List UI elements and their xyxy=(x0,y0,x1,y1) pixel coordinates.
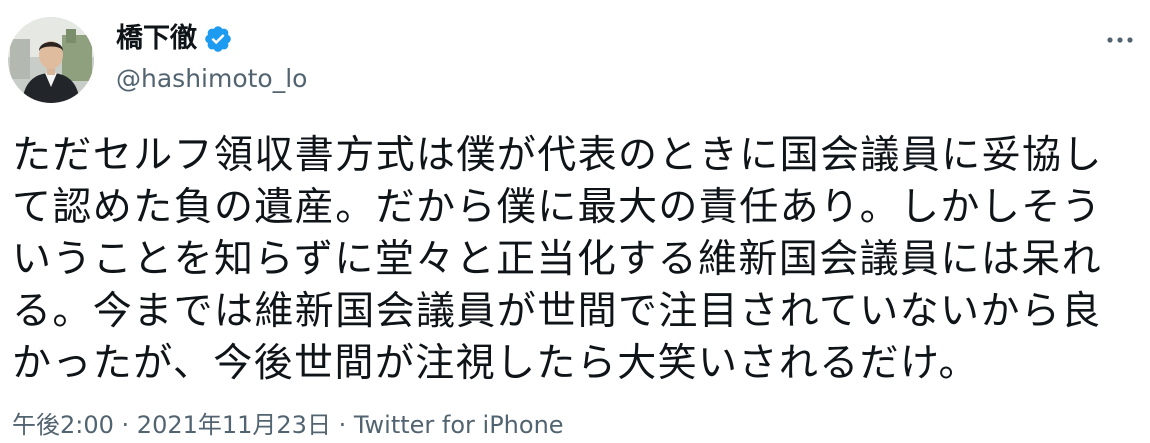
tweet-text-line: いうことを知らずに堂々と正当化する維新国会議員には呆れ xyxy=(12,237,1103,282)
tweet-source-link[interactable]: Twitter for iPhone xyxy=(354,411,564,439)
tweet-time-link[interactable]: 午後2:00 xyxy=(12,411,114,439)
verified-badge-icon xyxy=(203,24,233,54)
more-options-button[interactable] xyxy=(1104,26,1136,54)
tweet-date-link[interactable]: 2021年11月23日 xyxy=(137,411,331,439)
tweet-text-line: て認めた負の遺産。だから僕に最大の責任あり。しかしそう xyxy=(12,185,1103,230)
tweet-card: 橋下徹 @hashimoto_lo ただセルフ領収書方式は僕が代表のときに国会議… xyxy=(0,0,1150,443)
tweet-text: ただセルフ領収書方式は僕が代表のときに国会議員に妥協し て認めた負の遺産。だから… xyxy=(12,130,1142,390)
tweet-date: 2021年11月23日 xyxy=(136,411,331,439)
author-display-name[interactable]: 橋下徹 xyxy=(116,22,197,56)
tweet-metadata: 午後2:00 · 2021年11月23日 · Twitter for iPhon… xyxy=(12,409,564,441)
tweet-text-line: る。今までは維新国会議員が世間で注目されていないから良 xyxy=(12,289,1102,334)
tweet-time: 午後2:00 xyxy=(12,411,114,439)
meta-separator: · xyxy=(113,411,137,439)
author-name-row: 橋下徹 xyxy=(116,22,233,56)
more-horizontal-icon xyxy=(1107,37,1133,43)
author-handle[interactable]: @hashimoto_lo xyxy=(116,63,307,95)
tweet-source: Twitter for iPhone xyxy=(353,411,564,439)
tweet-text-line: かったが、今後世間が注視したら大笑いされるだけ。 xyxy=(12,341,979,386)
tweet-text-line: ただセルフ領収書方式は僕が代表のときに国会議員に妥協し xyxy=(12,133,1103,178)
avatar-photo xyxy=(8,17,94,103)
avatar[interactable] xyxy=(8,17,94,103)
meta-separator: · xyxy=(330,411,354,439)
